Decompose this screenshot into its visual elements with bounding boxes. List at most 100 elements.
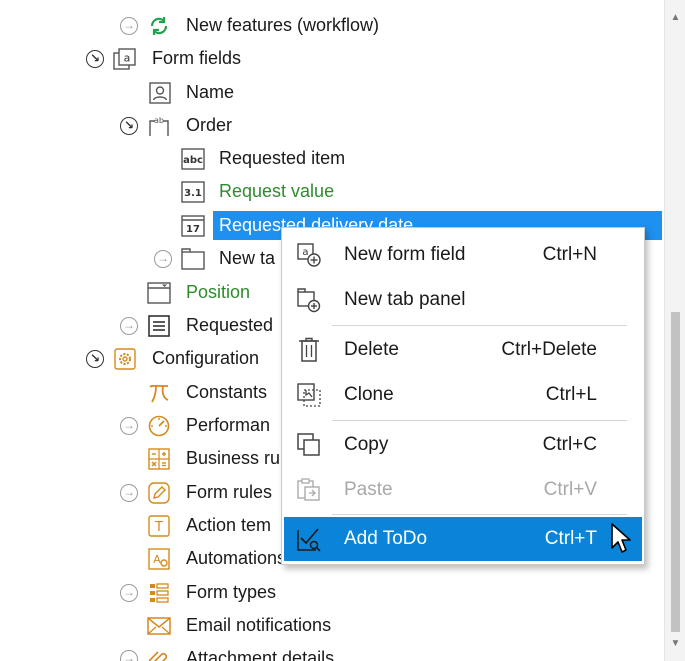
new-tab-panel-icon [296, 287, 322, 313]
tree-item-label: Email notifications [186, 615, 332, 635]
tree-item-attachment-details[interactable]: → Attachment details [0, 642, 664, 661]
menu-separator [332, 325, 627, 326]
menu-separator [332, 514, 627, 515]
collapse-icon[interactable]: ↘ [120, 117, 138, 135]
pi-icon [147, 381, 171, 404]
svg-text:17: 17 [186, 224, 200, 235]
tree-item-label: Position [186, 282, 251, 302]
tree-item-new-features[interactable]: → New features (workflow) [0, 9, 664, 42]
tree-item-label: Configuration [152, 348, 260, 368]
menu-item-shortcut: Ctrl+V [543, 479, 597, 500]
tree-item-label: Form rules [186, 482, 273, 502]
tree-item-form-fields[interactable]: ↘ a Form fields [0, 42, 664, 75]
expand-icon[interactable]: → [120, 484, 138, 502]
menu-item-label: Delete [344, 339, 399, 360]
user-field-icon [148, 81, 172, 104]
tree-item-label: Attachment details [186, 648, 335, 661]
svg-text:abc: abc [183, 155, 203, 166]
expand-icon[interactable]: → [120, 417, 138, 435]
tree-item-label: Request value [219, 181, 335, 201]
expand-icon[interactable]: → [120, 650, 138, 661]
tree-item-label: Form fields [152, 48, 242, 68]
speedometer-icon [147, 414, 171, 437]
trash-icon [296, 337, 322, 363]
menu-item-label: New form field [344, 244, 466, 265]
svg-text:a: a [124, 51, 131, 64]
tree-item-label: Action tem [186, 515, 272, 535]
menu-item-shortcut: Ctrl+C [542, 434, 597, 455]
tree-item-label: Requested [186, 315, 274, 335]
menu-item-shortcut: Ctrl+Delete [501, 339, 597, 360]
scroll-up-icon[interactable]: ▲ [665, 8, 685, 28]
form-types-list-icon [147, 581, 171, 604]
expand-icon[interactable]: → [120, 317, 138, 335]
menu-item-label: Copy [344, 434, 389, 455]
dropdown-field-icon [147, 281, 171, 304]
envelope-icon [147, 614, 171, 637]
tree-item-label: Order [186, 115, 233, 135]
clone-icon [296, 382, 322, 408]
number-field-icon: 3.1 [181, 180, 205, 203]
text-field-icon: abc [181, 147, 205, 170]
tree-item-label: Requested item [219, 148, 346, 168]
menu-item-new-tab-panel[interactable]: New tab panel [284, 278, 642, 322]
tree-item-label: Form types [186, 582, 277, 602]
menu-item-label: Paste [344, 479, 393, 500]
list-field-icon [147, 314, 171, 337]
tree-item-request-value[interactable]: 3.1 Request value [0, 175, 664, 208]
configuration-gear-icon [113, 347, 137, 370]
menu-item-copy[interactable]: Copy Ctrl+C [284, 423, 642, 467]
copy-icon [296, 432, 322, 458]
menu-item-delete[interactable]: Delete Ctrl+Delete [284, 328, 642, 372]
menu-item-new-form-field[interactable]: a New form field Ctrl+N [284, 233, 642, 277]
expand-icon[interactable]: → [154, 250, 172, 268]
svg-text:a: a [302, 247, 308, 258]
menu-item-clone[interactable]: Clone Ctrl+L [284, 373, 642, 417]
tree-item-label: New ta [219, 248, 276, 268]
add-todo-icon [296, 526, 322, 552]
mouse-cursor-icon [611, 523, 631, 553]
context-menu: a New form field Ctrl+N New tab panel De… [281, 227, 645, 565]
automation-icon: A [147, 547, 171, 570]
tree-item-requested-item[interactable]: abc Requested item [0, 142, 664, 175]
tree-item-label: Performan [186, 415, 271, 435]
menu-item-label: New tab panel [344, 289, 466, 310]
tab-panel-icon [181, 247, 205, 270]
menu-item-paste[interactable]: Paste Ctrl+V [284, 468, 642, 512]
tree-item-label: Business ru [186, 448, 281, 468]
tree-item-order[interactable]: ↘ ab Order [0, 109, 664, 142]
menu-item-add-todo[interactable]: Add ToDo Ctrl+T [284, 517, 642, 561]
menu-item-shortcut: Ctrl+N [542, 244, 597, 265]
tree-item-form-types[interactable]: → Form types [0, 576, 664, 609]
paste-icon [296, 477, 322, 503]
pencil-icon [147, 481, 171, 504]
action-template-icon: T [147, 514, 171, 537]
group-field-icon: ab [147, 114, 171, 137]
menu-item-label: Add ToDo [344, 528, 428, 549]
tree-item-label: Constants [186, 382, 268, 402]
menu-item-shortcut: Ctrl+T [544, 528, 597, 549]
menu-separator [332, 420, 627, 421]
menu-item-label: Clone [344, 384, 394, 405]
expand-icon[interactable]: → [120, 17, 138, 35]
tree-item-label: New features (workflow) [186, 15, 380, 35]
menu-item-shortcut: Ctrl+L [545, 384, 597, 405]
tree-item-name[interactable]: Name [0, 76, 664, 109]
paperclip-icon [147, 647, 171, 661]
svg-text:3.1: 3.1 [184, 188, 202, 199]
new-form-field-icon: a [296, 242, 322, 268]
tree-item-label: Name [186, 82, 235, 102]
form-fields-icon: a [113, 47, 137, 70]
expand-icon[interactable]: → [120, 584, 138, 602]
workflow-refresh-icon [147, 14, 171, 37]
calculator-icon [147, 447, 171, 470]
scroll-down-icon[interactable]: ▼ [665, 634, 685, 654]
vertical-scrollbar[interactable]: ▲ ▼ [664, 0, 685, 661]
svg-text:ab: ab [154, 116, 164, 125]
collapse-icon[interactable]: ↘ [86, 50, 104, 68]
svg-text:T: T [154, 520, 163, 535]
scrollbar-thumb[interactable] [671, 312, 680, 632]
date-field-icon: 17 [181, 214, 205, 237]
collapse-icon[interactable]: ↘ [86, 350, 104, 368]
tree-item-email-notifications[interactable]: Email notifications [0, 609, 664, 642]
